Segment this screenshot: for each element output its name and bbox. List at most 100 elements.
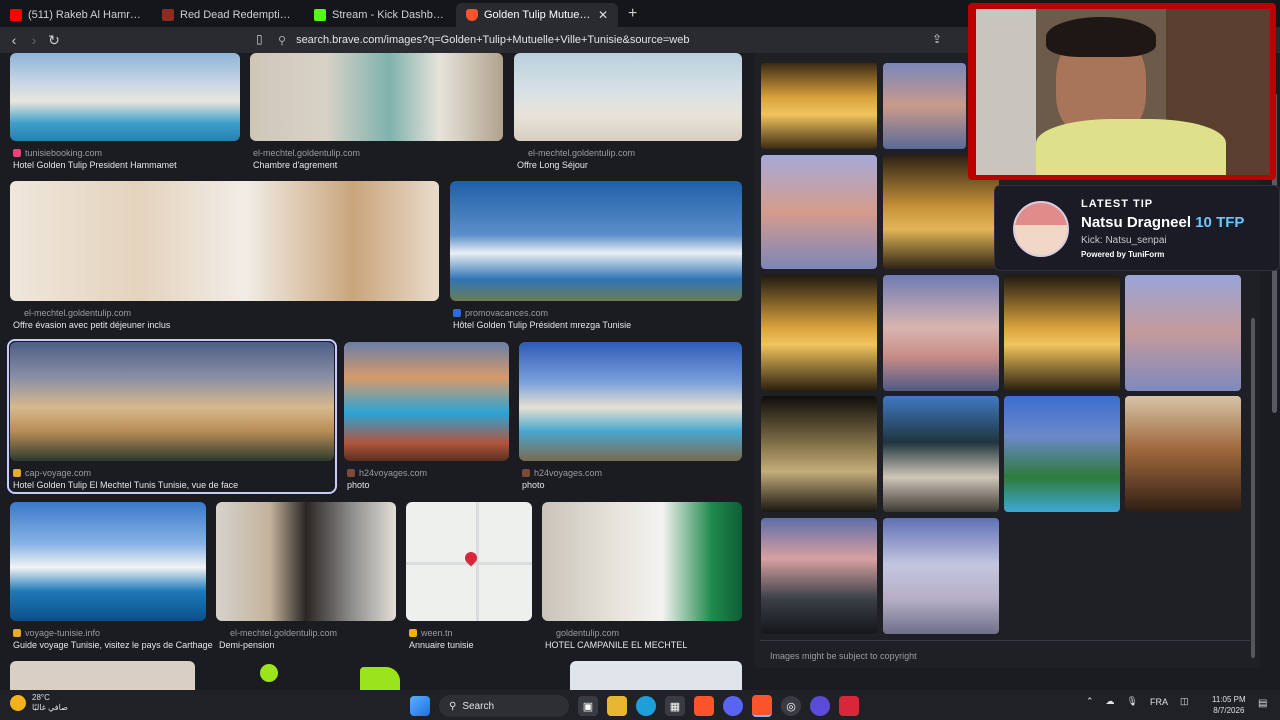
result-image[interactable]	[514, 53, 742, 141]
related-image[interactable]	[761, 63, 877, 149]
related-image[interactable]	[761, 518, 877, 634]
result-image[interactable]	[10, 53, 240, 141]
result-caption[interactable]: photo	[347, 480, 370, 490]
tip-label: LATEST TIP	[1081, 198, 1154, 210]
result-source[interactable]: voyage-tunisie.info	[13, 628, 100, 638]
notification-icon[interactable]: ▤	[1258, 698, 1267, 709]
brave-active-icon[interactable]	[752, 695, 772, 717]
reload-icon[interactable]: ↻	[44, 32, 64, 49]
avatar-hair	[1015, 203, 1067, 225]
tab-rdr2[interactable]: Red Dead Redemption 2: Ultimate Ed	[152, 3, 304, 27]
wifi-icon[interactable]: ◫	[1180, 696, 1189, 707]
related-image[interactable]	[1125, 275, 1241, 391]
search-icon: ⚲	[449, 700, 457, 712]
result-source[interactable]: el-mechtel.goldentulip.com	[253, 148, 360, 158]
latest-tip-overlay: LATEST TIP Natsu Dragneel 10 TFP Kick: N…	[994, 185, 1280, 271]
result-image[interactable]	[206, 661, 560, 690]
network-app-icon[interactable]: ☁	[1106, 696, 1115, 707]
weather-widget[interactable]: 28°C صافي غالبًا	[10, 693, 68, 713]
related-image[interactable]	[883, 63, 966, 149]
panel-divider	[760, 640, 1250, 641]
result-source[interactable]: ween.tn	[409, 628, 453, 638]
tab-brave-search[interactable]: Golden Tulip Mutuelle Ville Tunis ✕	[456, 3, 618, 27]
result-source[interactable]: cap-voyage.com	[13, 468, 91, 478]
task-view-icon[interactable]: ▣	[578, 696, 598, 716]
file-explorer-icon[interactable]	[607, 696, 627, 716]
result-source[interactable]: h24voyages.com	[347, 468, 427, 478]
store-icon[interactable]: ▦	[665, 696, 685, 716]
result-caption[interactable]: photo	[522, 480, 545, 490]
result-image[interactable]	[450, 181, 742, 301]
related-image[interactable]	[761, 155, 877, 269]
site-favicon-icon	[13, 149, 21, 157]
site-favicon-icon	[13, 469, 21, 477]
result-image[interactable]	[10, 502, 206, 621]
site-favicon-icon	[347, 469, 355, 477]
result-source[interactable]: h24voyages.com	[522, 468, 602, 478]
result-image[interactable]	[570, 661, 742, 690]
result-caption[interactable]: Annuaire tunisie	[409, 640, 474, 650]
result-image[interactable]	[542, 502, 742, 621]
related-image[interactable]	[883, 518, 999, 634]
result-source[interactable]: el-mechtel.goldentulip.com	[528, 148, 635, 158]
windows-start-icon[interactable]	[410, 696, 430, 716]
kick-icon	[314, 9, 326, 21]
result-source[interactable]: el-mechtel.goldentulip.com	[24, 308, 131, 318]
result-image[interactable]	[216, 502, 396, 621]
taskbar: 28°C صافي غالبًا ⚲ Search ▣ ▦ ◎ ⌃ ☁ 🎙 FRA …	[0, 690, 1280, 720]
related-image[interactable]	[761, 396, 877, 512]
forward-icon[interactable]: ›	[24, 32, 44, 48]
related-image[interactable]	[1004, 275, 1120, 391]
discord-icon[interactable]	[723, 696, 743, 716]
result-image[interactable]	[10, 661, 195, 690]
result-image[interactable]	[250, 53, 503, 141]
result-caption[interactable]: Demi-pension	[219, 640, 275, 650]
related-image[interactable]	[1004, 396, 1120, 512]
brave-icon	[466, 9, 478, 21]
result-image[interactable]	[10, 181, 439, 301]
site-favicon-icon	[453, 309, 461, 317]
share-icon[interactable]: ⇪	[932, 32, 942, 46]
bookmark-icon[interactable]: ▯	[256, 32, 263, 46]
result-source[interactable]: el-mechtel.goldentulip.com	[230, 628, 337, 638]
obs-icon[interactable]: ◎	[781, 696, 801, 716]
result-source[interactable]: tunisiebooking.com	[13, 148, 102, 158]
related-image[interactable]	[883, 396, 999, 512]
result-image[interactable]	[406, 502, 532, 621]
site-info-icon[interactable]: ⚲	[278, 34, 286, 47]
result-image[interactable]	[519, 342, 742, 461]
language-indicator[interactable]: FRA	[1150, 697, 1168, 707]
brave-icon[interactable]	[694, 696, 714, 716]
edge-icon[interactable]	[636, 696, 656, 716]
back-icon[interactable]: ‹	[4, 32, 24, 48]
result-caption[interactable]: HOTEL CAMPANILE EL MECHTEL	[545, 640, 687, 650]
result-caption[interactable]: Guide voyage Tunisie, visitez le pays de…	[13, 640, 213, 650]
taskbar-search[interactable]: ⚲ Search	[439, 695, 569, 717]
result-caption[interactable]: Hotel Golden Tulip El Mechtel Tunis Tuni…	[13, 480, 238, 490]
app-icon[interactable]	[839, 696, 859, 716]
powered-by: Powered by TuniForm	[1081, 250, 1165, 259]
chevron-up-icon[interactable]: ⌃	[1086, 696, 1094, 707]
mic-icon[interactable]: 🎙	[1127, 696, 1138, 707]
tab-youtube[interactable]: (511) Rakeb Al Hamra' - YouTube	[0, 3, 152, 27]
result-caption[interactable]: Offre évasion avec petit déjeuner inclus	[13, 320, 170, 330]
new-tab-button[interactable]: +	[618, 5, 647, 27]
related-image[interactable]	[883, 275, 999, 391]
result-caption[interactable]: Hôtel Golden Tulip Président mrezga Tuni…	[453, 320, 631, 330]
result-caption[interactable]: Offre Long Séjour	[517, 160, 588, 170]
result-source[interactable]: goldentulip.com	[556, 628, 619, 638]
result-image[interactable]	[10, 342, 334, 461]
result-caption[interactable]: Chambre d'agrement	[253, 160, 337, 170]
related-image[interactable]	[1125, 396, 1241, 512]
result-source[interactable]: promovacances.com	[453, 308, 548, 318]
result-image[interactable]	[344, 342, 509, 461]
cortana-icon[interactable]	[810, 696, 830, 716]
result-caption[interactable]: Hotel Golden Tulip President Hammamet	[13, 160, 177, 170]
address-bar[interactable]: ⚲ search.brave.com/images?q=Golden+Tulip…	[278, 30, 978, 50]
related-image[interactable]	[761, 275, 877, 391]
clock[interactable]: 11:05 PM 8/7/2026	[1212, 694, 1246, 716]
panel-scrollbar[interactable]	[1251, 318, 1255, 658]
close-icon[interactable]: ✕	[598, 8, 608, 22]
url-text: search.brave.com/images?q=Golden+Tulip+M…	[296, 34, 690, 46]
tab-kick[interactable]: Stream - Kick Dashboard	[304, 3, 456, 27]
